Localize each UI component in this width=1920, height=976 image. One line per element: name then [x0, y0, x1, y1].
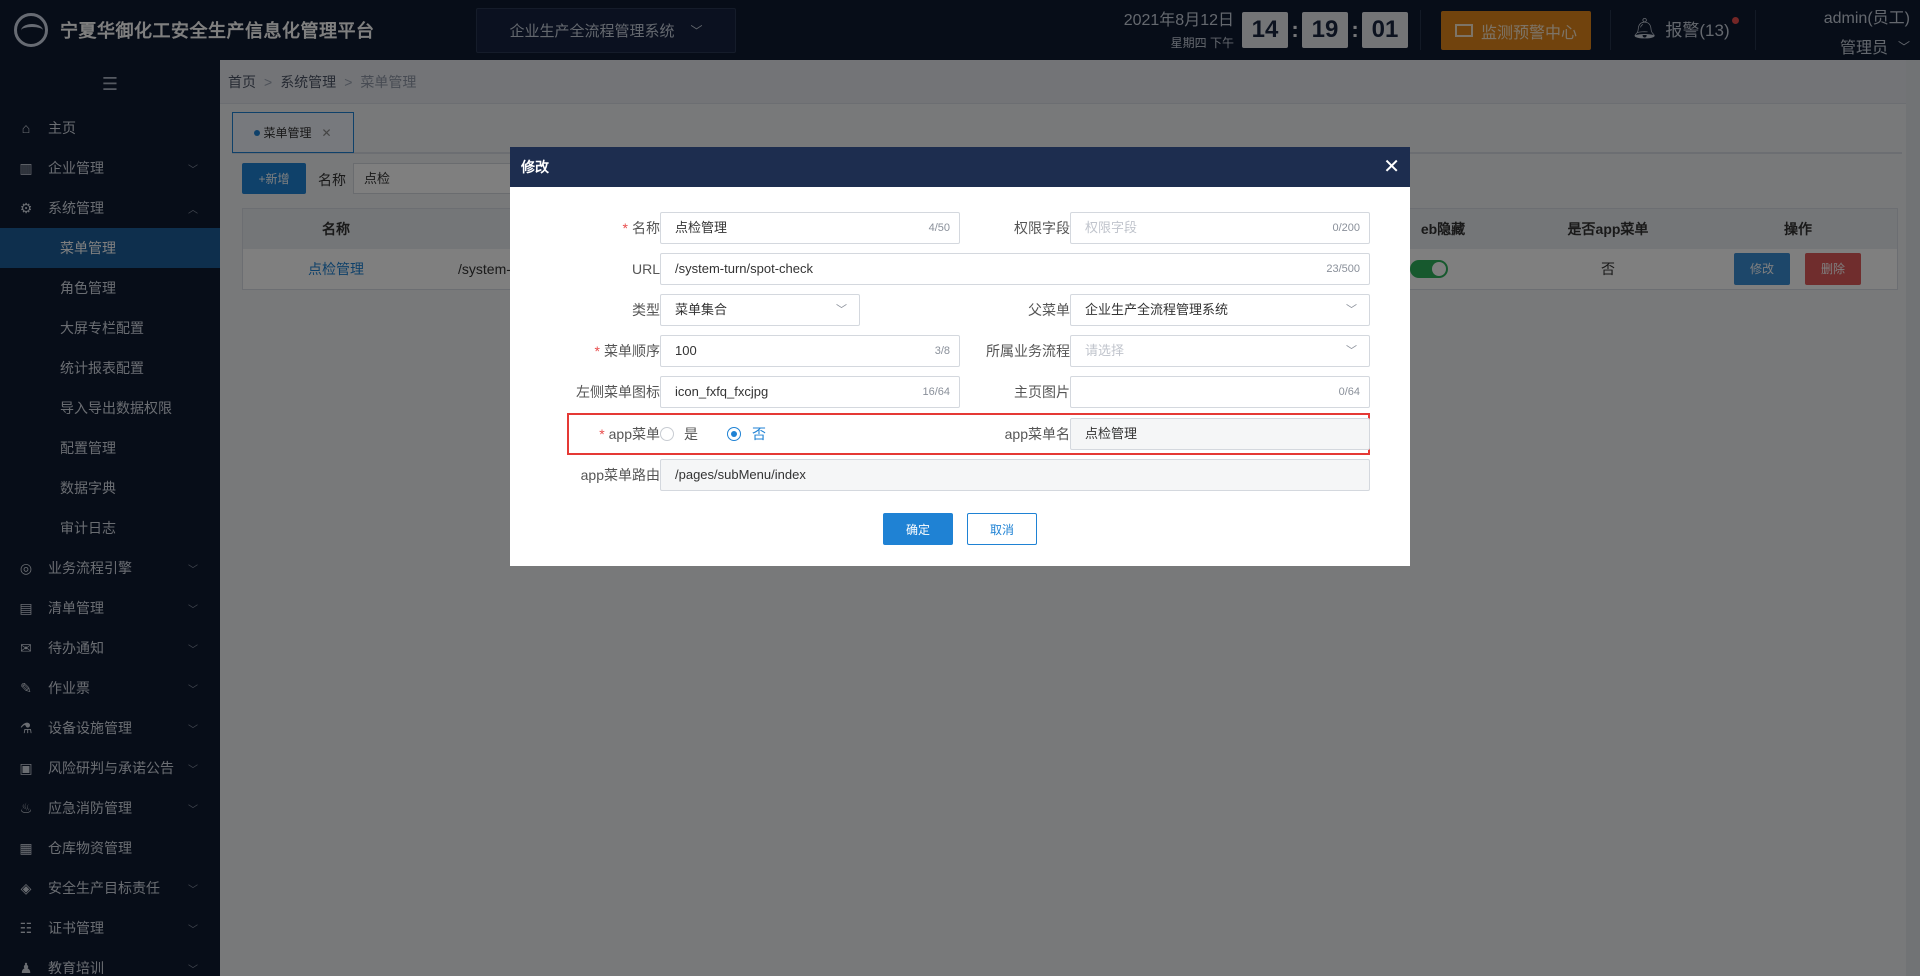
parent-label: 父菜单	[1028, 302, 1070, 318]
name-field[interactable]: 点检管理 4/50	[660, 212, 960, 244]
form-row: 左侧菜单图标 icon_fxfq_fxcjpg 16/64 主页图片 0/64	[510, 376, 1410, 410]
home-image-char-count: 0/64	[1338, 386, 1360, 398]
business-flow-select[interactable]: 请选择 ﹀	[1070, 335, 1370, 367]
app-menu-no-label[interactable]: 否	[752, 418, 766, 450]
dialog-header: 修改 ✕	[510, 147, 1410, 187]
url-char-count: 23/500	[1326, 263, 1360, 275]
edit-dialog: 修改 ✕ * 名称 点检管理 4/50 权限字段 权限字段 0/200 URL /…	[510, 147, 1410, 566]
form-row: 类型 菜单集合 ﹀ 父菜单 企业生产全流程管理系统 ﹀	[510, 294, 1410, 328]
order-field-value: 100	[675, 343, 697, 358]
left-icon-label: 左侧菜单图标	[576, 384, 660, 400]
url-field-value: /system-turn/spot-check	[675, 261, 813, 276]
parent-select-value: 企业生产全流程管理系统	[1085, 302, 1229, 317]
form-row: * 名称 点检管理 4/50 权限字段 权限字段 0/200	[510, 212, 1410, 246]
form-row: URL /system-turn/spot-check 23/500	[510, 253, 1410, 287]
permission-placeholder: 权限字段	[1085, 220, 1138, 235]
confirm-button[interactable]: 确定	[883, 513, 953, 545]
business-flow-label: 所属业务流程	[986, 343, 1070, 359]
parent-select[interactable]: 企业生产全流程管理系统 ﹀	[1070, 294, 1370, 326]
form-row: * app菜单 是 否 app菜单名 点检管理	[510, 418, 1410, 452]
chevron-down-icon: ﹀	[1346, 345, 1357, 357]
order-field[interactable]: 100 3/8	[660, 335, 960, 367]
name-field-value: 点检管理	[675, 220, 728, 235]
close-icon[interactable]: ✕	[1383, 155, 1400, 179]
form-row: app菜单路由 /pages/subMenu/index	[510, 459, 1410, 493]
app-menu-name-value: 点检管理	[1085, 426, 1138, 441]
app-menu-yes-label[interactable]: 是	[684, 418, 698, 450]
app-route-label: app菜单路由	[580, 467, 660, 483]
type-select-value: 菜单集合	[675, 302, 728, 317]
app-menu-name-label: app菜单名	[1004, 426, 1070, 442]
app-menu-label: * app菜单	[599, 426, 660, 442]
cancel-button[interactable]: 取消	[967, 513, 1037, 545]
order-label: * 菜单顺序	[594, 343, 660, 359]
form-row: * 菜单顺序 100 3/8 所属业务流程 请选择 ﹀	[510, 335, 1410, 369]
app-route-value: /pages/subMenu/index	[675, 467, 806, 482]
left-icon-field[interactable]: icon_fxfq_fxcjpg 16/64	[660, 376, 960, 408]
type-select[interactable]: 菜单集合 ﹀	[660, 294, 860, 326]
type-label: 类型	[632, 302, 660, 318]
home-image-field[interactable]: 0/64	[1070, 376, 1370, 408]
left-icon-char-count: 16/64	[922, 386, 950, 398]
chevron-down-icon: ﹀	[836, 304, 847, 316]
left-icon-field-value: icon_fxfq_fxcjpg	[675, 384, 769, 399]
app-menu-no-radio[interactable]	[727, 427, 741, 441]
chevron-down-icon: ﹀	[1346, 304, 1357, 316]
app-route-field[interactable]: /pages/subMenu/index	[660, 459, 1370, 491]
permission-label: 权限字段	[1014, 220, 1070, 236]
order-char-count: 3/8	[934, 345, 950, 357]
url-field[interactable]: /system-turn/spot-check 23/500	[660, 253, 1370, 285]
name-label: * 名称	[622, 220, 660, 236]
name-char-count: 4/50	[928, 222, 950, 234]
home-image-label: 主页图片	[1014, 384, 1070, 400]
permission-field[interactable]: 权限字段 0/200	[1070, 212, 1370, 244]
permission-char-count: 0/200	[1332, 222, 1360, 234]
app-menu-yes-radio[interactable]	[660, 427, 674, 441]
dialog-title: 修改	[521, 159, 549, 175]
app-menu-name-field[interactable]: 点检管理	[1070, 418, 1370, 450]
business-flow-placeholder: 请选择	[1085, 343, 1125, 358]
url-label: URL	[631, 261, 660, 277]
